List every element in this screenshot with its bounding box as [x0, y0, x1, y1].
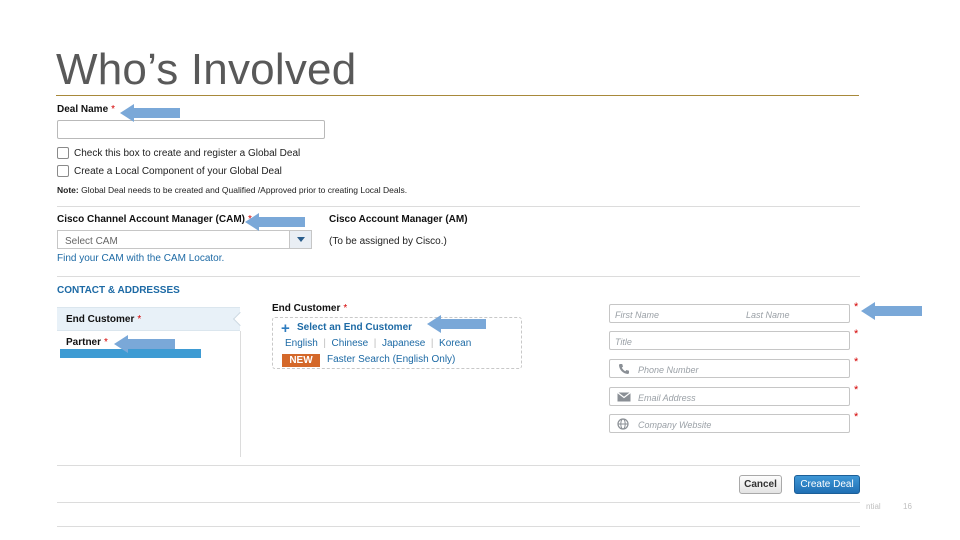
- nav-end-customer-text: End Customer: [66, 314, 135, 325]
- title-rule: [56, 95, 859, 96]
- title-required-mark: *: [854, 328, 859, 340]
- select-end-customer-link[interactable]: Select an End Customer: [297, 322, 412, 333]
- first-name-placeholder: First Name: [615, 310, 660, 320]
- website-placeholder: Company Website: [638, 420, 712, 430]
- nav-partner-text: Partner: [66, 337, 102, 348]
- phone-required-mark: *: [854, 356, 859, 368]
- cancel-button[interactable]: Cancel: [739, 475, 782, 494]
- deal-name-input[interactable]: [57, 120, 325, 139]
- cam-select-value: Select CAM: [65, 236, 118, 247]
- new-badge: NEW: [282, 354, 320, 367]
- arrow-left-icon: [120, 104, 134, 122]
- lang-separator: |: [320, 338, 329, 349]
- arrow-left-icon: [114, 335, 128, 353]
- deal-name-label: Deal Name *: [57, 104, 115, 115]
- language-links: English | Chinese | Japanese | Korean: [285, 338, 471, 349]
- am-label: Cisco Account Manager (AM): [329, 214, 468, 225]
- divider: [57, 206, 860, 207]
- divider: [57, 465, 860, 466]
- footer-page-number: 16: [903, 502, 912, 511]
- lang-english-link[interactable]: English: [285, 338, 318, 349]
- local-component-checkbox[interactable]: [57, 165, 69, 177]
- globe-icon: [617, 418, 629, 430]
- nav-item-end-customer[interactable]: End Customer *: [57, 307, 240, 331]
- create-deal-button[interactable]: Create Deal: [794, 475, 860, 494]
- nav-partner-required: *: [104, 337, 108, 348]
- faster-search-link[interactable]: Faster Search (English Only): [327, 354, 455, 365]
- arrow-shaft: [440, 319, 486, 329]
- end-customer-label-text: End Customer: [272, 303, 341, 314]
- email-required-mark: *: [854, 384, 859, 396]
- envelope-icon: [617, 392, 631, 402]
- chevron-down-icon: [297, 237, 305, 242]
- lang-separator: |: [428, 338, 437, 349]
- arrow-shaft: [258, 217, 305, 227]
- phone-placeholder: Phone Number: [638, 365, 699, 375]
- arrow-shaft: [127, 339, 175, 349]
- arrow-left-icon: [245, 213, 259, 231]
- global-deal-checkbox[interactable]: [57, 147, 69, 159]
- nav-item-partner[interactable]: Partner *: [66, 337, 108, 348]
- name-required-mark: *: [854, 301, 859, 313]
- nav-end-customer-required: *: [137, 314, 142, 325]
- arrow-shaft: [874, 306, 922, 316]
- arrow-shaft: [133, 108, 180, 118]
- cam-label-text: Cisco Channel Account Manager (CAM): [57, 214, 245, 225]
- contacts-section-title: CONTACT & ADDRESSES: [57, 285, 180, 296]
- lang-separator: |: [371, 338, 380, 349]
- note-prefix: Note:: [57, 185, 79, 195]
- phone-field[interactable]: Phone Number: [609, 359, 850, 378]
- title-field[interactable]: Title: [609, 331, 850, 350]
- phone-icon: [619, 364, 629, 374]
- website-field[interactable]: Company Website: [609, 414, 850, 433]
- email-field[interactable]: Email Address: [609, 387, 850, 406]
- note-text: Global Deal needs to be created and Qual…: [78, 185, 408, 195]
- am-note: (To be assigned by Cisco.): [329, 236, 447, 247]
- footer-confidential: ntial: [866, 502, 881, 511]
- email-placeholder: Email Address: [638, 393, 696, 403]
- title-placeholder: Title: [615, 337, 632, 347]
- cam-select-toggle[interactable]: [289, 231, 311, 248]
- divider: [57, 526, 860, 527]
- last-name-placeholder: Last Name: [746, 310, 790, 320]
- lang-chinese-link[interactable]: Chinese: [332, 338, 369, 349]
- global-deal-note: Note: Global Deal needs to be created an…: [57, 185, 407, 195]
- end-customer-label: End Customer *: [272, 303, 347, 314]
- end-customer-required-mark: *: [343, 303, 348, 314]
- global-deal-checkbox-label: Check this box to create and register a …: [74, 148, 301, 159]
- nav-item-end-customer-label: End Customer *: [66, 314, 141, 325]
- partner-highlight-bar: [60, 349, 201, 358]
- arrow-left-icon: [861, 302, 875, 320]
- slide-title: Who’s Involved: [56, 45, 357, 94]
- nav-divider: [240, 331, 241, 457]
- cam-locator-link[interactable]: Find your CAM with the CAM Locator.: [57, 253, 224, 264]
- lang-japanese-link[interactable]: Japanese: [382, 338, 425, 349]
- cam-label: Cisco Channel Account Manager (CAM) *: [57, 214, 252, 225]
- website-required-mark: *: [854, 411, 859, 423]
- arrow-left-icon: [427, 315, 441, 333]
- cam-select[interactable]: Select CAM: [57, 230, 312, 249]
- lang-korean-link[interactable]: Korean: [439, 338, 471, 349]
- divider: [57, 276, 860, 277]
- deal-name-label-text: Deal Name: [57, 104, 109, 115]
- plus-icon: +: [281, 320, 290, 337]
- name-field[interactable]: First Name Last Name: [609, 304, 850, 323]
- local-component-checkbox-label: Create a Local Component of your Global …: [74, 166, 282, 177]
- divider: [57, 502, 860, 503]
- deal-name-required-mark: *: [111, 104, 116, 115]
